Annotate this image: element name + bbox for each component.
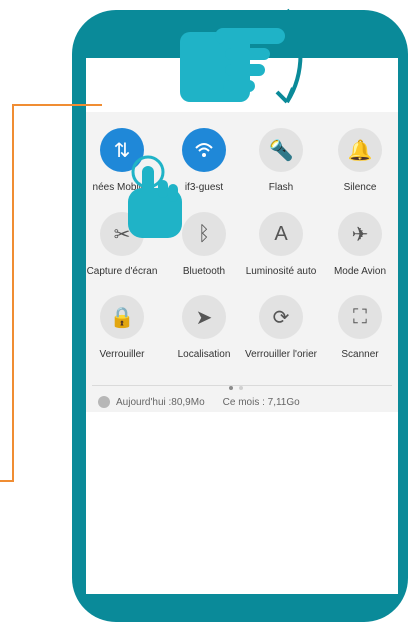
flashlight-icon: 🔦 bbox=[259, 128, 303, 172]
tile-label: Verrouiller bbox=[99, 349, 145, 360]
tile-label: Verrouiller l'orier bbox=[245, 349, 317, 360]
tapping-hand-icon bbox=[128, 155, 182, 238]
tile-flash[interactable]: 🔦 Flash bbox=[241, 128, 321, 193]
page-dot bbox=[239, 386, 243, 390]
callout-line-bottom bbox=[0, 480, 14, 482]
tile-auto-brightness[interactable]: A Luminosité auto bbox=[241, 212, 321, 277]
rotation-lock-icon: ⟳ bbox=[259, 295, 303, 339]
tile-airplane[interactable]: ✈ Mode Avion bbox=[320, 212, 400, 277]
swipe-down-hand-icon bbox=[180, 8, 303, 104]
data-usage-row[interactable]: Aujourd'hui :80,9Mo Ce mois : 7,11Go bbox=[98, 396, 300, 408]
tile-location[interactable]: ➤ Localisation bbox=[164, 295, 244, 360]
scanner-icon: ⛶ bbox=[338, 295, 382, 339]
tile-label: Luminosité auto bbox=[245, 266, 317, 277]
divider bbox=[92, 385, 392, 386]
callout-line-vertical bbox=[12, 104, 14, 482]
page-dot-active bbox=[229, 386, 233, 390]
tile-label: Capture d'écran bbox=[86, 266, 158, 277]
tile-lock[interactable]: 🔒 Verrouiller bbox=[82, 295, 162, 360]
tile-label: Bluetooth bbox=[182, 266, 226, 277]
tile-label: Localisation bbox=[177, 349, 231, 360]
usage-today: Aujourd'hui :80,9Mo bbox=[116, 396, 205, 408]
location-icon: ➤ bbox=[182, 295, 226, 339]
tile-scanner[interactable]: ⛶ Scanner bbox=[320, 295, 400, 360]
tile-rotation-lock[interactable]: ⟳ Verrouiller l'orier bbox=[241, 295, 321, 360]
callout-line-top bbox=[12, 104, 102, 106]
tile-label: Silence bbox=[343, 182, 377, 193]
airplane-icon: ✈ bbox=[338, 212, 382, 256]
lock-icon: 🔒 bbox=[100, 295, 144, 339]
tile-label: Flash bbox=[268, 182, 294, 193]
auto-brightness-icon: A bbox=[259, 212, 303, 256]
tile-silence[interactable]: 🔔 Silence bbox=[320, 128, 400, 193]
bell-icon: 🔔 bbox=[338, 128, 382, 172]
data-usage-icon bbox=[98, 396, 110, 408]
page-indicator bbox=[229, 377, 249, 395]
usage-month: Ce mois : 7,11Go bbox=[222, 396, 300, 408]
tile-label: Scanner bbox=[341, 349, 379, 360]
tile-label: Mode Avion bbox=[333, 266, 387, 277]
